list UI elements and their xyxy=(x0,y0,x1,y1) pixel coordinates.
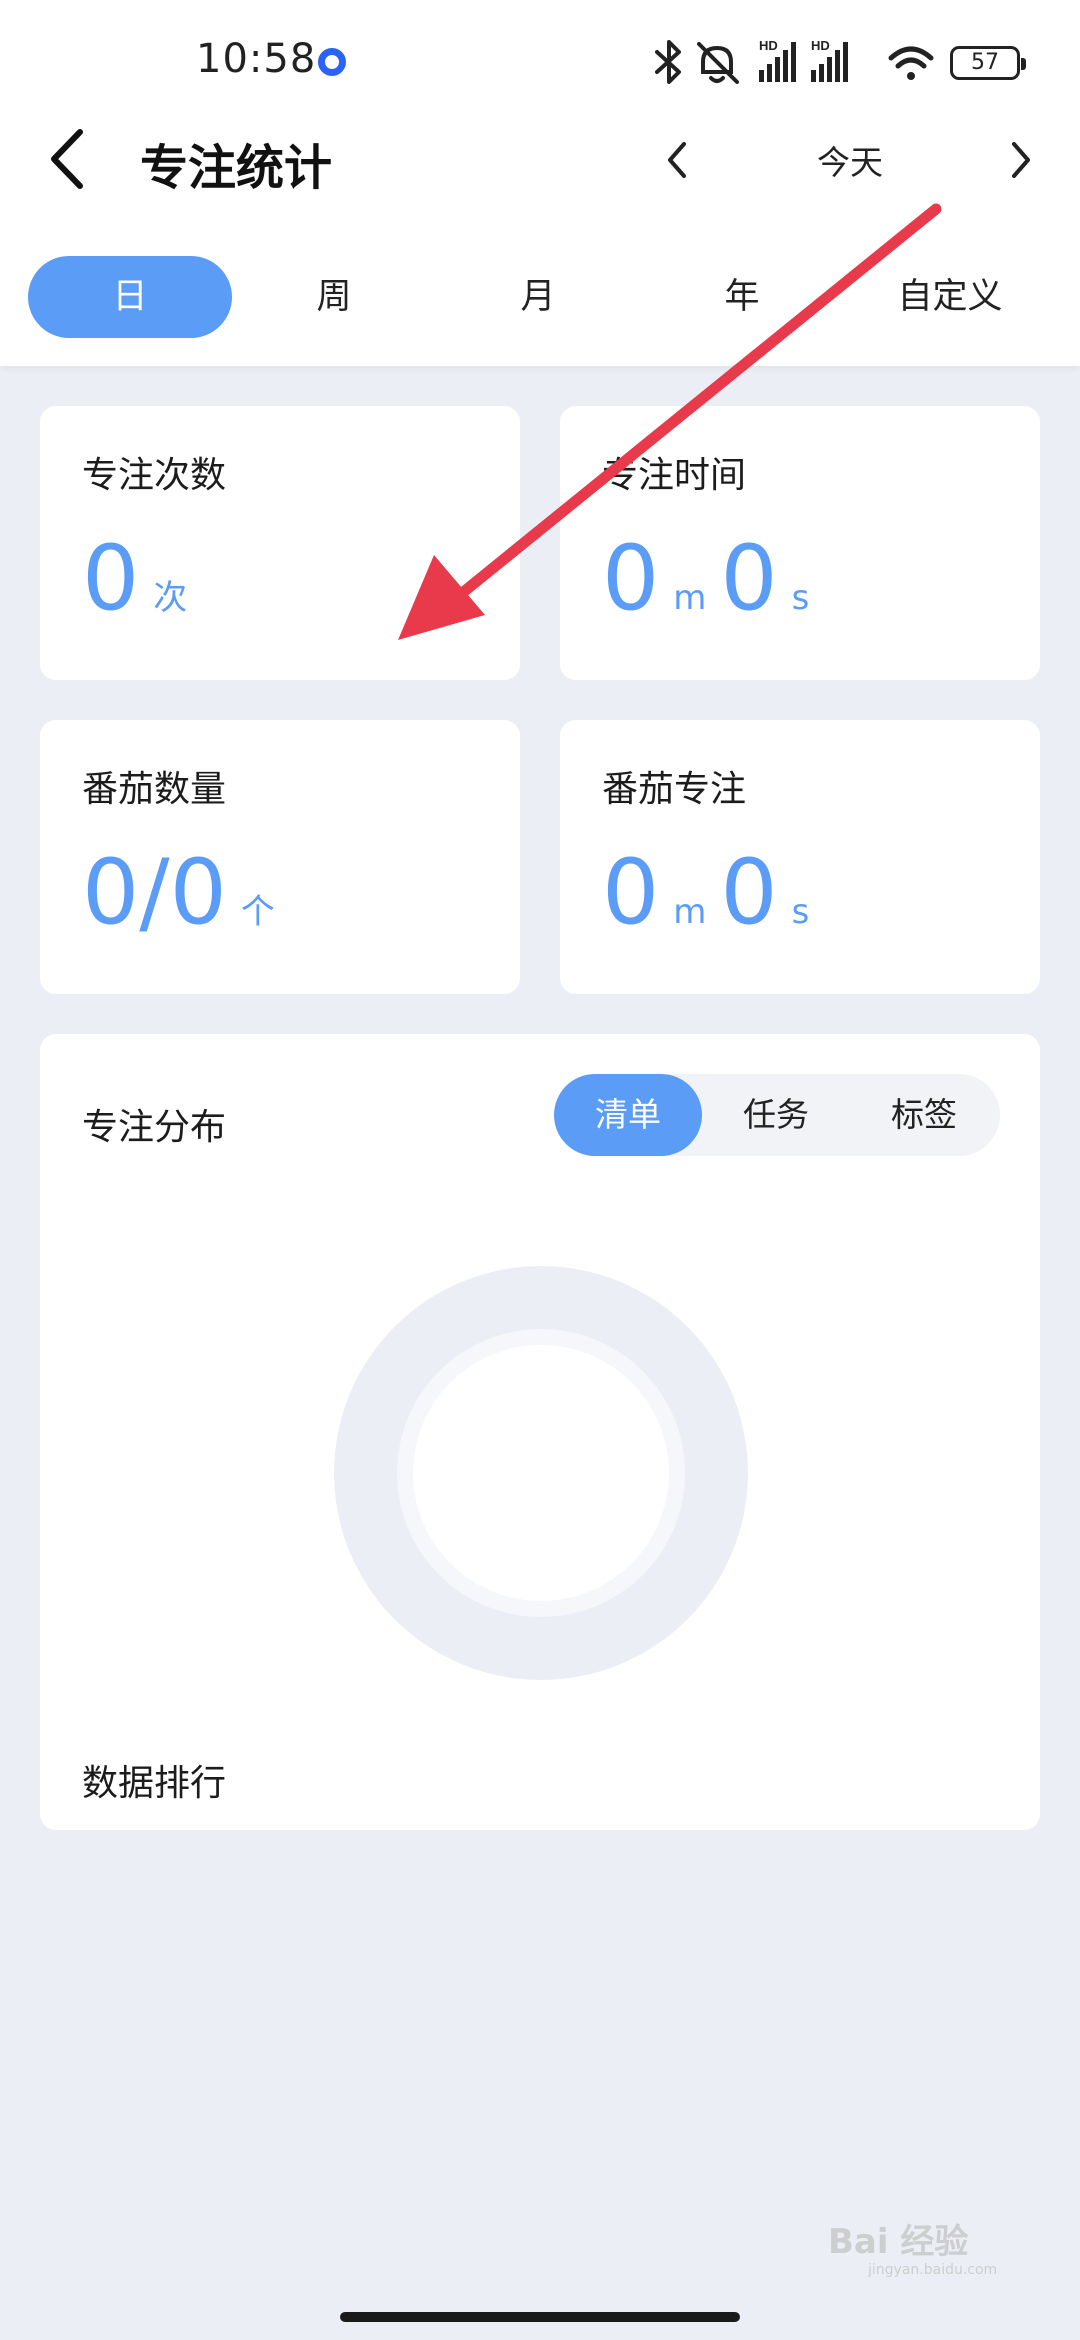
back-arrow-icon[interactable] xyxy=(40,124,100,194)
notification-dot-icon xyxy=(318,48,346,76)
hd-signal-icon: HD xyxy=(759,38,796,82)
annotation-arrow-icon xyxy=(398,203,942,640)
tomato-focus-card[interactable]: 番茄专注 0m0s xyxy=(560,720,1040,994)
bluetooth-icon xyxy=(655,40,681,84)
page-title: 专注统计 xyxy=(140,140,333,196)
svg-text:HD: HD xyxy=(811,38,830,53)
date-prev-icon[interactable] xyxy=(656,136,700,184)
home-indicator[interactable] xyxy=(340,2312,740,2322)
ranking-title: 数据排行 xyxy=(82,1763,227,1804)
battery-icon: 57 xyxy=(950,46,1026,80)
tomato-focus-value: 0m0s xyxy=(602,848,823,938)
tomato-count-value: 0/0 个 xyxy=(82,848,289,938)
tomato-focus-seconds-unit: s xyxy=(791,892,810,932)
focus-count-label: 专注次数 xyxy=(82,455,227,496)
date-next-icon[interactable] xyxy=(998,136,1042,184)
distribution-segmented-control: 清单 任务 标签 xyxy=(554,1074,1000,1156)
watermark-url: jingyan.baidu.com xyxy=(868,2262,998,2278)
donut-hole xyxy=(413,1345,669,1601)
mute-icon xyxy=(697,42,739,84)
watermark-logo: Bai 经验 xyxy=(828,2222,969,2262)
wifi-icon xyxy=(888,46,934,80)
tomato-focus-label: 番茄专注 xyxy=(602,769,747,810)
segment-task[interactable]: 任务 xyxy=(702,1074,850,1156)
segment-tag[interactable]: 标签 xyxy=(850,1074,998,1156)
focus-count-unit: 次 xyxy=(153,578,188,618)
tomato-count-label: 番茄数量 xyxy=(82,769,227,810)
status-time: 10:58 xyxy=(196,36,317,82)
distribution-donut-chart xyxy=(334,1266,748,1680)
tomato-count-card[interactable]: 番茄数量 0/0 个 xyxy=(40,720,520,994)
tomato-count-unit: 个 xyxy=(240,892,275,932)
focus-count-value: 0次 xyxy=(82,534,201,624)
tomato-focus-minutes-unit: m xyxy=(673,892,707,932)
tab-day[interactable]: 日 xyxy=(28,256,232,338)
tomato-count-number: 0/0 xyxy=(82,840,227,945)
distribution-card: 专注分布 清单 任务 标签 数据排行 xyxy=(40,1034,1040,1830)
distribution-title: 专注分布 xyxy=(82,1107,227,1148)
tomato-focus-minutes: 0 xyxy=(602,840,660,945)
focus-count-number: 0 xyxy=(82,526,140,631)
tomato-focus-seconds: 0 xyxy=(720,840,778,945)
svg-text:HD: HD xyxy=(759,38,778,53)
date-label[interactable]: 今天 xyxy=(770,136,930,184)
hd-signal-icon: HD xyxy=(811,38,848,82)
segment-list[interactable]: 清单 xyxy=(554,1074,702,1156)
